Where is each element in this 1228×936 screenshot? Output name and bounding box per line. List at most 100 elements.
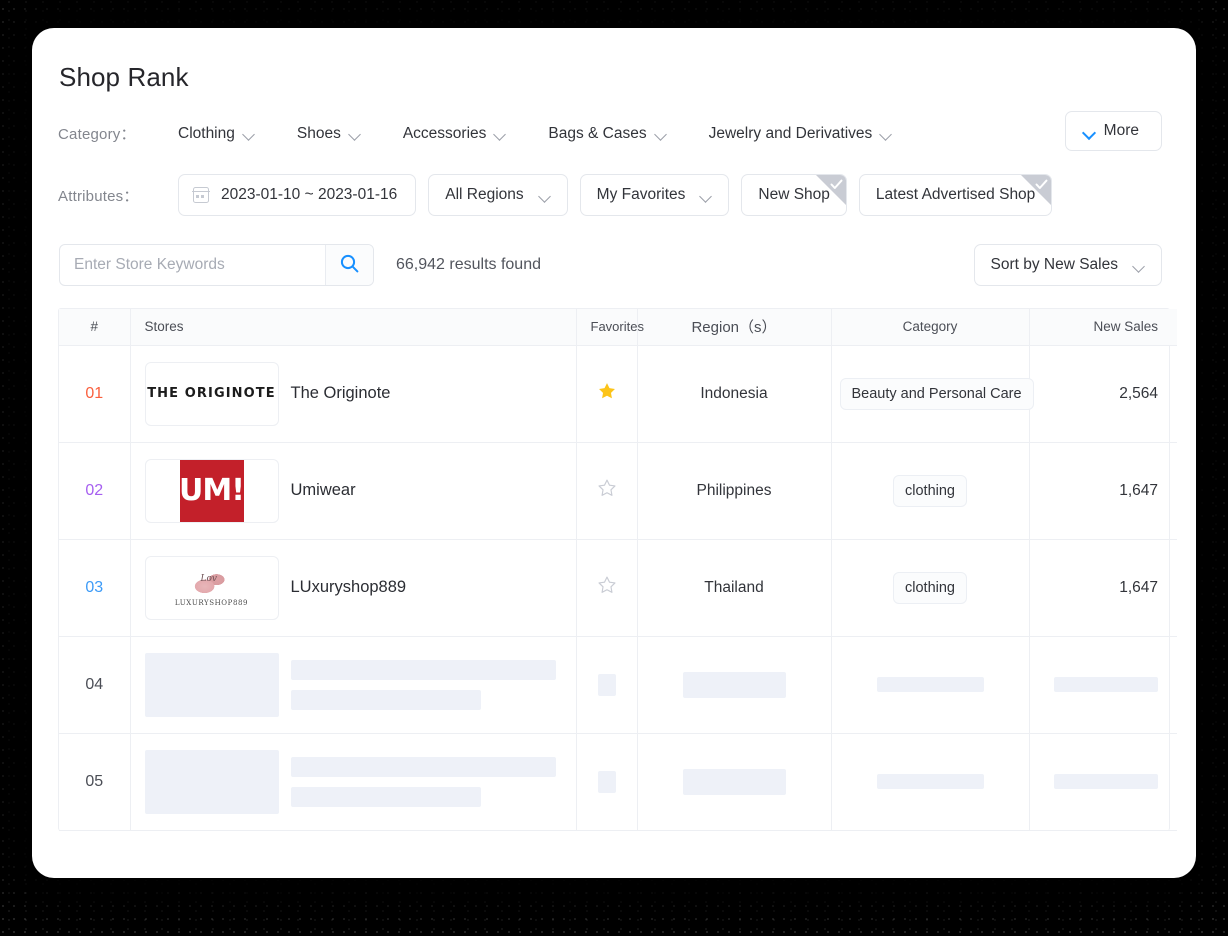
attributes-filter-items: 2023-01-10 ~ 2023-01-16 All Regions My F…: [178, 174, 1053, 216]
new-shop-chip[interactable]: New Shop: [741, 174, 847, 216]
skeleton-logo: [144, 652, 279, 717]
more-categories-button[interactable]: More: [1064, 111, 1162, 151]
row-new-sales: 1,647: [1029, 442, 1177, 540]
row-category-cell: [831, 636, 1030, 734]
category-filter-jewelry[interactable]: Jewelry and Derivatives: [709, 125, 893, 143]
row-store-cell: LUXURYSHOP889 LUxuryshop889: [130, 539, 577, 637]
date-range-value: 2023-01-10 ~ 2023-01-16: [221, 186, 398, 203]
row-new-sales: 2,564: [1029, 345, 1177, 443]
search-box: [59, 244, 374, 286]
region-dropdown[interactable]: All Regions: [428, 174, 568, 216]
latest-advertised-shop-chip[interactable]: Latest Advertised Shop: [858, 174, 1053, 216]
column-header-new-sales: New Sales: [1029, 309, 1177, 346]
shop-rank-table-wrapper: # Stores Favorites Region（s） Category Ne…: [58, 308, 1177, 831]
column-header-rank: #: [59, 309, 131, 346]
store-logo-text: UM!: [179, 459, 245, 522]
attributes-filter-row: Attributes： 2023-01-10 ~ 2023-01-16 All …: [58, 174, 1170, 216]
skeleton-favorite: [597, 673, 616, 696]
row-store-name[interactable]: Umiwear: [291, 481, 356, 500]
skeleton-text-lines: [290, 659, 562, 710]
search-button[interactable]: [325, 245, 373, 285]
more-categories-label: More: [1103, 122, 1139, 139]
star-outline-icon[interactable]: [597, 478, 617, 498]
row-region: Indonesia: [637, 345, 832, 443]
row-category-cell: [831, 733, 1030, 831]
category-filter-label: Category：: [58, 126, 136, 143]
chevron-down-icon: [1134, 262, 1145, 269]
date-range-picker[interactable]: 2023-01-10 ~ 2023-01-16: [178, 174, 417, 216]
category-filter-row: Category： Clothing Shoes Accessories Bag…: [58, 111, 1170, 151]
store-logo-mark: LUXURYSHOP889: [175, 568, 248, 607]
row-new-sales: [1029, 733, 1177, 831]
chevron-down-icon: [540, 192, 551, 199]
column-header-region: Region（s）: [637, 309, 832, 346]
category-filter-shoes[interactable]: Shoes: [297, 125, 361, 143]
category-filter-clothing[interactable]: Clothing: [178, 125, 255, 143]
row-store-cell: THE ORIGINOTE The Originote: [130, 345, 577, 443]
skeleton-category: [876, 774, 984, 789]
store-logo: LUXURYSHOP889: [144, 555, 279, 620]
row-store-cell: [130, 636, 577, 734]
skeleton-text-lines: [290, 756, 562, 807]
row-rank: 03: [59, 539, 131, 637]
row-category-cell: clothing: [831, 539, 1030, 637]
search-row: 66,942 results found Sort by New Sales: [58, 244, 1170, 286]
table-row[interactable]: 03 LUXURYSHOP889 LUxuryshop889: [59, 539, 1177, 637]
favorites-dropdown[interactable]: My Favorites: [579, 174, 730, 216]
region-dropdown-value: All Regions: [445, 186, 524, 203]
table-row[interactable]: 04: [59, 636, 1177, 734]
favorites-dropdown-value: My Favorites: [596, 186, 686, 203]
row-rank: 02: [59, 442, 131, 540]
table-row[interactable]: 05: [59, 733, 1177, 831]
row-store-name[interactable]: The Originote: [291, 384, 391, 403]
attributes-filter-label: Attributes：: [58, 187, 139, 205]
category-filter-bags-cases[interactable]: Bags & Cases: [548, 125, 666, 143]
sort-dropdown-value: Sort by New Sales: [990, 256, 1119, 273]
sort-dropdown[interactable]: Sort by New Sales: [973, 244, 1162, 286]
skeleton-sales: [1054, 774, 1158, 789]
skeleton-line: [290, 756, 556, 777]
table-header-row: # Stores Favorites Region（s） Category Ne…: [59, 309, 1177, 346]
chevron-down-icon: [1084, 128, 1095, 135]
category-tag[interactable]: clothing: [893, 571, 967, 604]
store-logo: UM!: [144, 458, 279, 523]
category-tag[interactable]: Beauty and Personal Care: [839, 377, 1034, 410]
category-tag[interactable]: clothing: [893, 474, 967, 507]
search-input[interactable]: [60, 245, 325, 285]
row-favorite-cell: [576, 442, 638, 540]
row-favorite-cell: [576, 539, 638, 637]
skeleton-logo: [144, 749, 279, 814]
skeleton-line: [290, 786, 481, 807]
category-filter-items: Clothing Shoes Accessories Bags & Cases …: [178, 125, 892, 143]
latest-advertised-shop-chip-label: Latest Advertised Shop: [875, 186, 1036, 203]
category-filter-accessories-label: Accessories: [402, 124, 487, 142]
logo-graphic: [191, 568, 232, 597]
category-filter-accessories[interactable]: Accessories: [403, 125, 507, 143]
column-header-stores: Stores: [130, 309, 577, 346]
table-body: 01 THE ORIGINOTE The Originote Indonesia…: [59, 345, 1177, 831]
row-new-sales: 1,647: [1029, 539, 1177, 637]
chevron-down-icon: [656, 130, 667, 137]
chevron-down-icon: [244, 130, 255, 137]
row-category-cell: clothing: [831, 442, 1030, 540]
chevron-down-icon: [350, 130, 361, 137]
table-row[interactable]: 01 THE ORIGINOTE The Originote Indonesia…: [59, 345, 1177, 443]
row-rank: 01: [59, 345, 131, 443]
star-filled-icon[interactable]: [597, 381, 617, 401]
row-store-cell: UM! Umiwear: [130, 442, 577, 540]
store-logo: THE ORIGINOTE: [144, 361, 279, 426]
row-favorite-cell: [576, 636, 638, 734]
category-filter-clothing-label: Clothing: [178, 124, 235, 142]
check-icon: [815, 175, 846, 205]
row-favorite-cell: [576, 733, 638, 831]
skeleton-region: [682, 671, 786, 698]
row-store-name[interactable]: LUxuryshop889: [291, 578, 407, 597]
category-filter-jewelry-label: Jewelry and Derivatives: [708, 124, 873, 142]
table-row[interactable]: 02 UM! Umiwear Philippines clothing 1,64…: [59, 442, 1177, 540]
row-rank: 05: [59, 733, 131, 831]
row-region: Philippines: [637, 442, 832, 540]
star-outline-icon[interactable]: [597, 575, 617, 595]
category-filter-shoes-label: Shoes: [296, 124, 341, 142]
row-rank: 04: [59, 636, 131, 734]
table-header: # Stores Favorites Region（s） Category Ne…: [59, 309, 1177, 346]
